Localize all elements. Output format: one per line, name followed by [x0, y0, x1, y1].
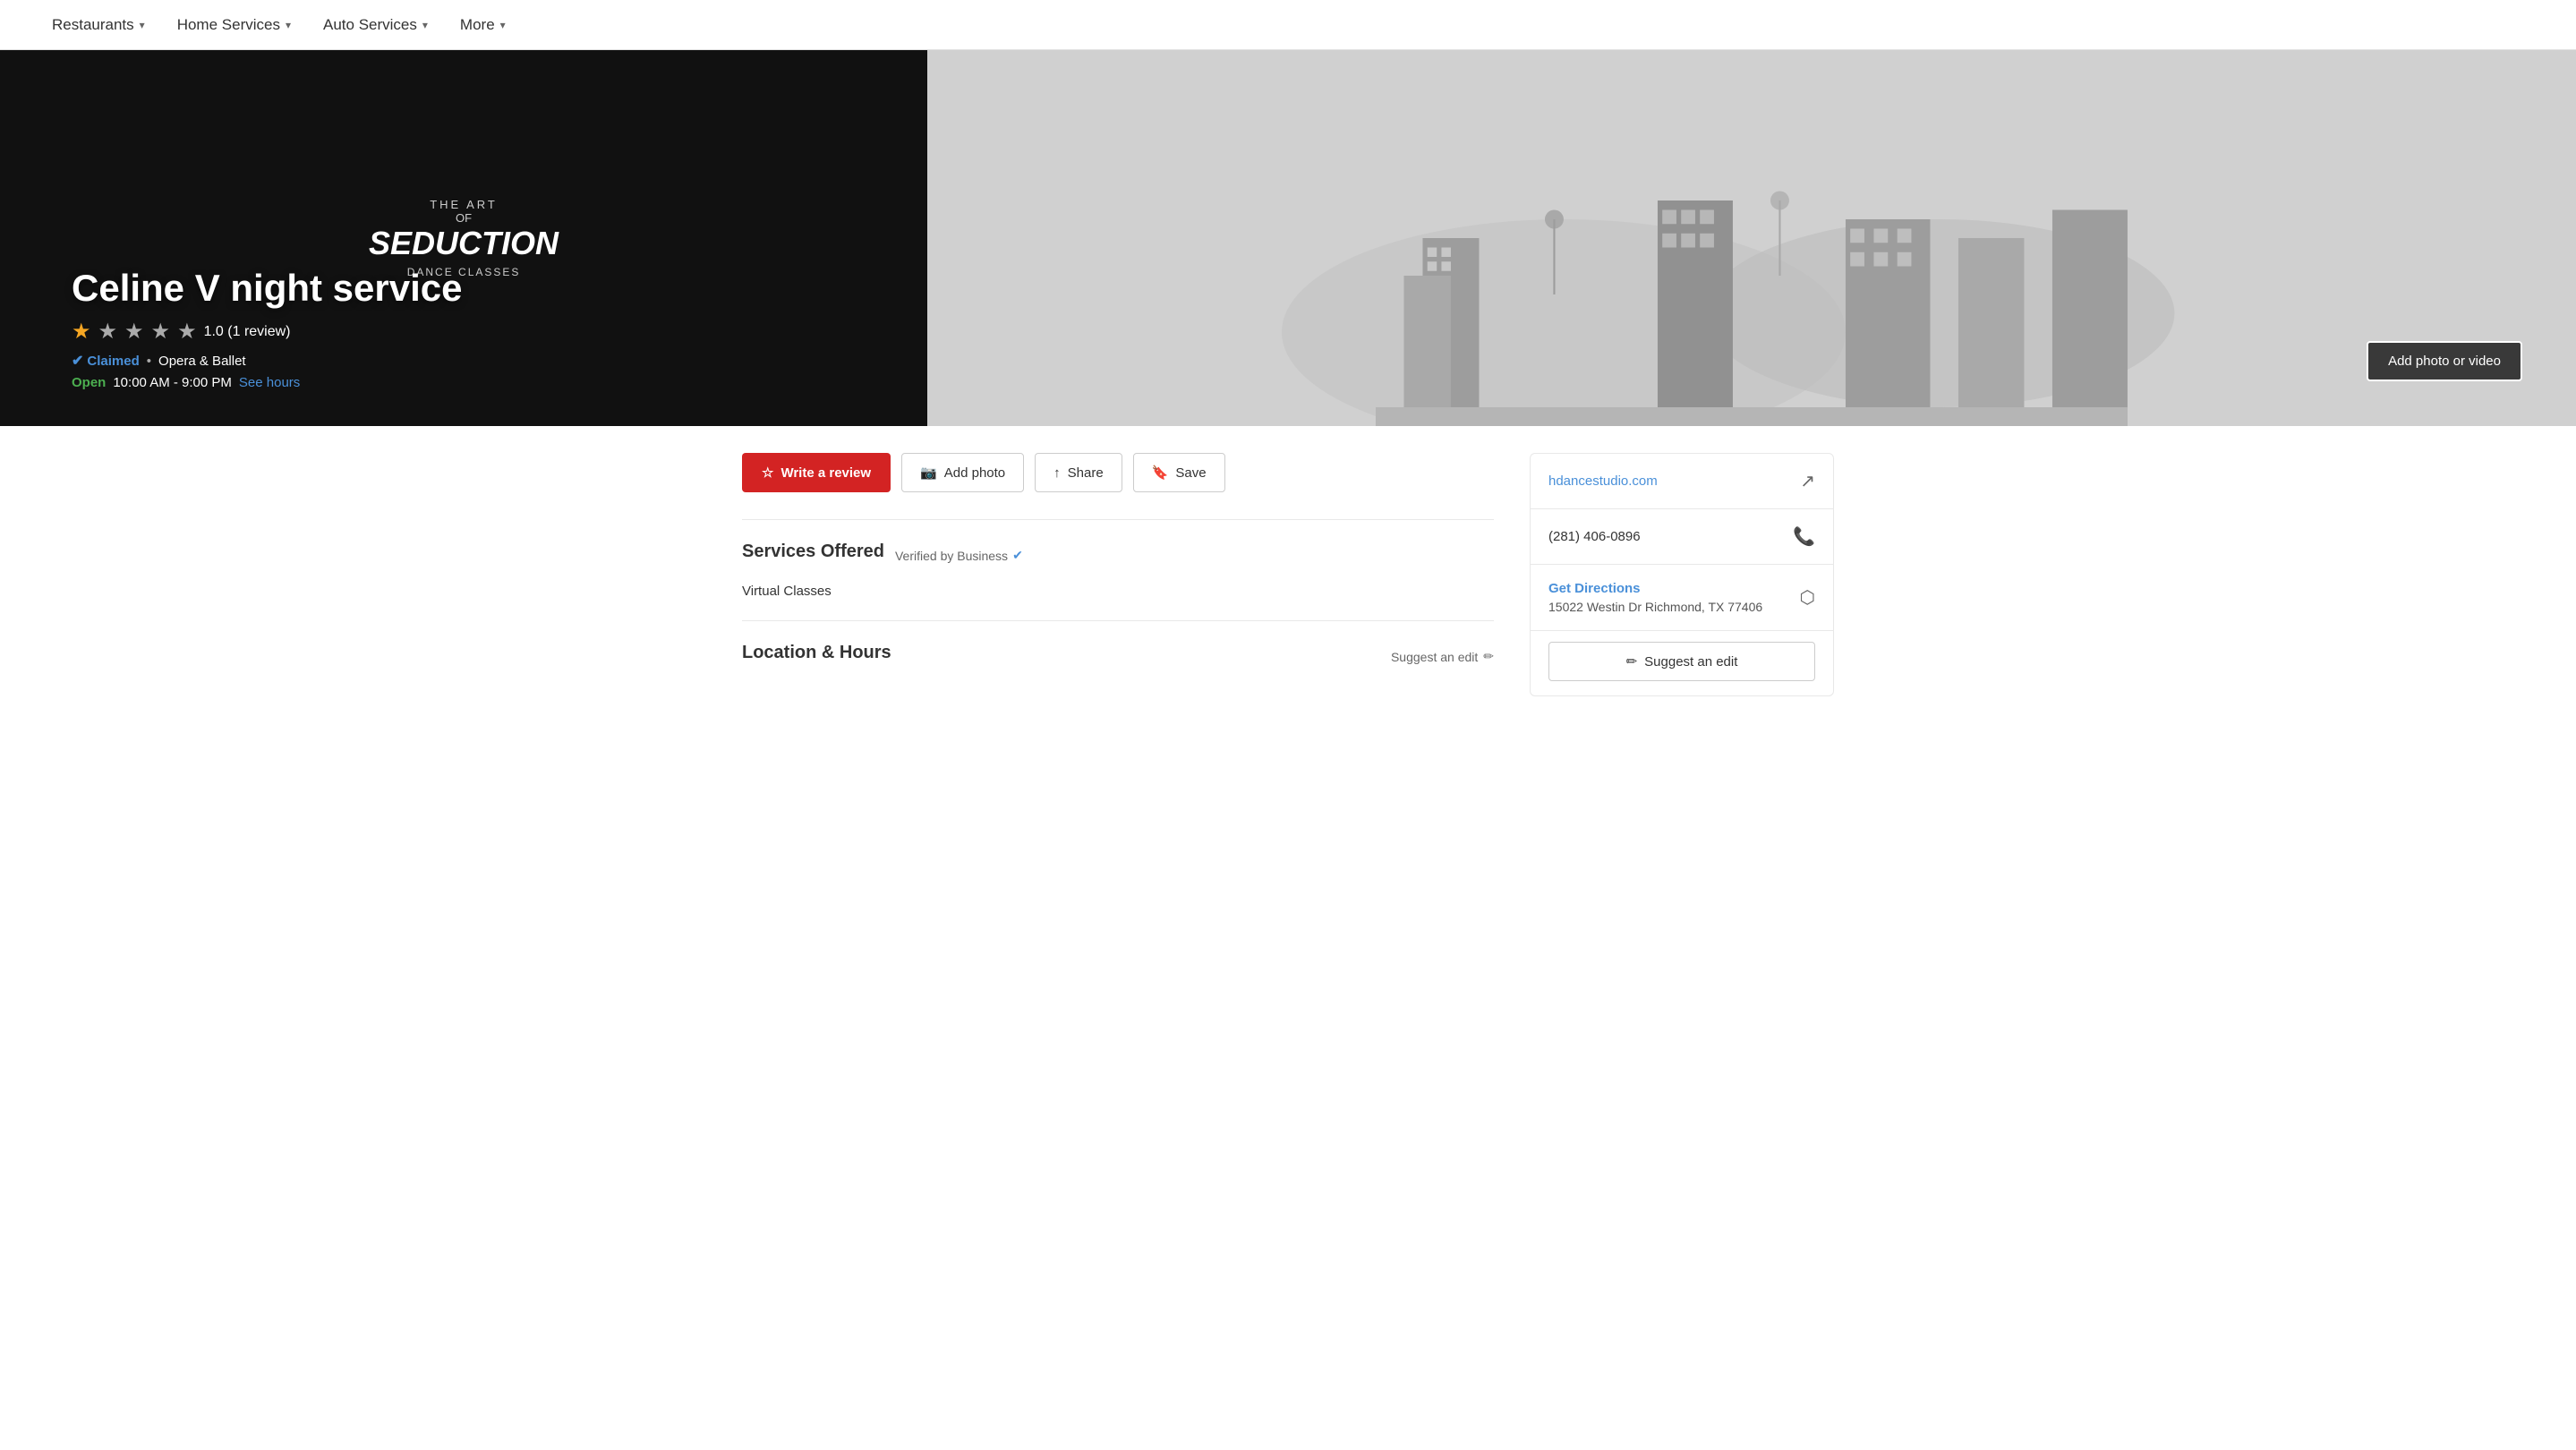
rating-text: 1.0 (1 review) [204, 324, 291, 340]
star-2: ★ [98, 319, 118, 345]
save-label: Save [1175, 465, 1206, 481]
rating-stars-row: ★ ★ ★ ★ ★ 1.0 (1 review) [72, 319, 463, 345]
content-area: ☆ Write a review 📷 Add photo ↑ Share 🔖 S… [706, 426, 1870, 723]
action-buttons: ☆ Write a review 📷 Add photo ↑ Share 🔖 S… [742, 453, 1494, 492]
sidebar-website-item: hdancestudio.com ↗ [1531, 454, 1833, 509]
open-status: Open [72, 375, 106, 390]
location-hours-title: Location & Hours [742, 643, 891, 663]
add-photo-button[interactable]: 📷 Add photo [901, 453, 1024, 492]
share-button[interactable]: ↑ Share [1035, 453, 1122, 492]
star-icon: ☆ [762, 465, 773, 481]
nav-more-label: More [460, 16, 495, 34]
navigation-bar: Restaurants ▾ Home Services ▾ Auto Servi… [0, 0, 2576, 50]
pencil-icon: ✏ [1626, 653, 1638, 670]
divider-1 [742, 519, 1494, 520]
art-line1: THE ART [369, 198, 559, 211]
add-photo-label: Add photo [944, 465, 1005, 481]
sidebar-directions-item: Get Directions 15022 Westin Dr Richmond,… [1531, 565, 1833, 631]
directions-block: Get Directions 15022 Westin Dr Richmond,… [1548, 581, 1762, 614]
star-1: ★ [72, 319, 91, 345]
camera-icon: 📷 [920, 465, 937, 481]
hero-background [927, 50, 2576, 426]
chevron-down-icon: ▾ [140, 19, 145, 31]
divider-2 [742, 620, 1494, 621]
share-label: Share [1068, 465, 1104, 481]
verified-badge: Verified by Business ✔ [895, 548, 1023, 563]
claimed-badge: ✔ Claimed [72, 352, 140, 370]
write-review-button[interactable]: ☆ Write a review [742, 453, 891, 492]
directions-link[interactable]: Get Directions [1548, 581, 1762, 596]
save-button[interactable]: 🔖 Save [1133, 453, 1225, 492]
sidebar-card: hdancestudio.com ↗ (281) 406-0896 📞 Get … [1530, 453, 1834, 696]
bookmark-icon: 🔖 [1152, 465, 1169, 481]
add-photo-video-button[interactable]: Add photo or video [2367, 341, 2522, 381]
phone-number: (281) 406-0896 [1548, 529, 1641, 544]
suggest-edit-button[interactable]: ✏ Suggest an edit [1548, 642, 1815, 681]
nav-restaurants[interactable]: Restaurants ▾ [36, 0, 161, 49]
sidebar: hdancestudio.com ↗ (281) 406-0896 📞 Get … [1530, 453, 1834, 696]
sidebar-phone-item: (281) 406-0896 📞 [1531, 509, 1833, 565]
hero-overlay: Celine V night service ★ ★ ★ ★ ★ 1.0 (1 … [72, 267, 463, 390]
external-link-icon: ↗ [1800, 470, 1815, 492]
share-icon: ↑ [1053, 465, 1061, 481]
services-section: Services Offered Verified by Business ✔ … [742, 542, 1494, 599]
chevron-down-icon: ▾ [500, 19, 506, 31]
directions-icon: ⬡ [1800, 586, 1815, 609]
nav-home-services-label: Home Services [177, 16, 280, 34]
check-icon: ✔ [72, 352, 83, 370]
suggest-edit-label: Suggest an edit [1391, 650, 1478, 664]
star-4: ★ [151, 319, 171, 345]
write-review-label: Write a review [780, 465, 871, 481]
chevron-down-icon: ▾ [286, 19, 291, 31]
see-hours-link[interactable]: See hours [239, 375, 300, 390]
nav-auto-services[interactable]: Auto Services ▾ [307, 0, 444, 49]
star-3: ★ [124, 319, 144, 345]
nav-more[interactable]: More ▾ [444, 0, 522, 49]
location-hours-header: Location & Hours Suggest an edit ✏ [742, 643, 1494, 670]
art-line3: SEDUCTION [369, 225, 559, 262]
business-name: Celine V night service [72, 267, 463, 310]
chevron-down-icon: ▾ [422, 19, 428, 31]
meta-row: ✔ Claimed • Opera & Ballet [72, 352, 463, 370]
suggest-edit-btn-label: Suggest an edit [1644, 654, 1737, 670]
location-hours-section: Location & Hours Suggest an edit ✏ [742, 643, 1494, 670]
nav-home-services[interactable]: Home Services ▾ [161, 0, 307, 49]
hero-section: THE ART OF SEDUCTION DANCE CLASSES [0, 50, 2576, 426]
main-column: ☆ Write a review 📷 Add photo ↑ Share 🔖 S… [742, 453, 1494, 696]
nav-restaurants-label: Restaurants [52, 16, 134, 34]
dot-separator: • [147, 354, 151, 369]
suggest-edit-link-main[interactable]: Suggest an edit ✏ [1391, 649, 1494, 664]
art-line2: OF [369, 211, 559, 225]
services-title: Services Offered [742, 542, 884, 562]
services-header: Services Offered Verified by Business ✔ [742, 542, 1494, 569]
edit-icon: ✏ [1483, 649, 1494, 664]
star-5: ★ [177, 319, 197, 345]
verified-label: Verified by Business [895, 549, 1008, 563]
claimed-label: Claimed [87, 354, 139, 369]
category-label: Opera & Ballet [158, 354, 246, 369]
nav-auto-services-label: Auto Services [323, 16, 417, 34]
website-link[interactable]: hdancestudio.com [1548, 473, 1658, 489]
service-item: Virtual Classes [742, 584, 1494, 599]
verified-icon: ✔ [1012, 548, 1023, 563]
hours-text: 10:00 AM - 9:00 PM [113, 375, 232, 390]
phone-icon: 📞 [1793, 525, 1815, 548]
hours-row: Open 10:00 AM - 9:00 PM See hours [72, 375, 463, 390]
address-text: 15022 Westin Dr Richmond, TX 77406 [1548, 600, 1762, 614]
